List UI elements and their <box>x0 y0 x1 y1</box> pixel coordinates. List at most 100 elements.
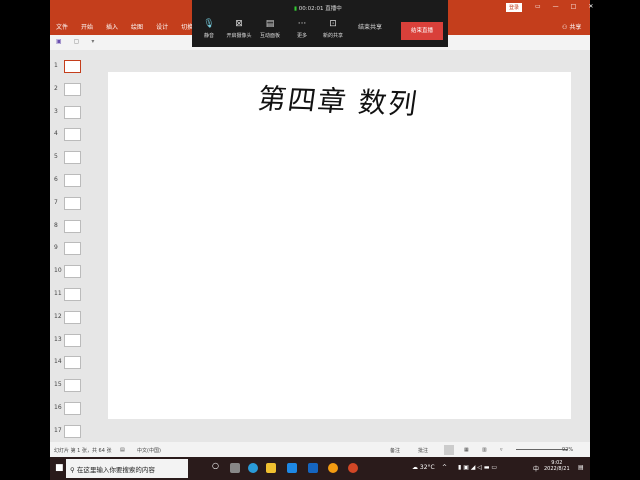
ribbon-display-button[interactable]: ▭ <box>535 3 541 10</box>
slide-thumbnail[interactable]: 11 <box>54 288 94 304</box>
minimize-button[interactable]: — <box>553 3 559 10</box>
file-explorer-icon[interactable] <box>266 463 276 473</box>
cortana-icon[interactable]: ○ <box>212 461 222 471</box>
thumbnail-preview <box>64 310 81 324</box>
end-meeting-button[interactable]: 结束直播 <box>401 22 443 40</box>
thumbnail-preview <box>64 402 81 415</box>
person-icon: ⚇ <box>562 24 568 31</box>
slideshow-button[interactable]: ▿ <box>500 447 503 453</box>
tab-home[interactable]: 开始 <box>81 22 93 31</box>
slide-thumbnail[interactable]: 14 <box>54 356 94 372</box>
weather[interactable]: ☁ 32°C <box>412 464 435 471</box>
slide-number: 8 <box>54 221 58 229</box>
slide-thumbnail[interactable]: 4 <box>54 128 94 144</box>
share-label: 共享 <box>569 24 582 31</box>
comments-button[interactable]: 批注 <box>418 447 428 454</box>
more-icon: ··· <box>297 19 307 29</box>
tray-icons[interactable]: ▮ ▣ ◢ ◁ ▬ ▭ <box>458 464 497 471</box>
login-button[interactable]: 登录 <box>506 3 523 12</box>
tab-insert[interactable]: 插入 <box>106 22 118 31</box>
app-icon[interactable] <box>308 463 318 473</box>
thumbnail-preview <box>64 333 81 347</box>
sorter-view-button[interactable]: ▦ <box>464 447 469 453</box>
slide-thumbnail[interactable]: 15 <box>54 379 94 395</box>
panel-icon: ▤ <box>265 19 275 29</box>
slide-thumbnail[interactable]: 16 <box>54 402 94 418</box>
task-view-icon[interactable] <box>230 463 240 473</box>
notification-icon[interactable]: ▤ <box>578 464 584 471</box>
slide-thumbnail[interactable]: 7 <box>54 196 94 213</box>
slide-thumbnail[interactable]: 10 <box>54 265 94 281</box>
new-share-label: 新的共享 <box>322 33 343 39</box>
share-button[interactable]: ⚇ 共享 <box>562 22 581 31</box>
customize-icon[interactable]: ▾ <box>91 38 94 47</box>
slide-thumbnail[interactable]: 6 <box>54 174 94 190</box>
microphone-icon: 🎙 <box>203 19 215 29</box>
thumbnail-preview <box>64 128 81 142</box>
tray-chevron-icon[interactable]: ^ <box>442 464 447 471</box>
new-share-button[interactable]: ⊡ 新的共享 <box>318 19 348 39</box>
accessibility-icon[interactable]: ▤ <box>120 447 125 453</box>
slide-thumbnail[interactable]: 17 <box>54 424 94 441</box>
more-label: 更多 <box>296 33 307 39</box>
close-button[interactable]: ✕ <box>588 3 593 10</box>
slide-thumbnail[interactable]: 3 <box>54 105 94 122</box>
more-button[interactable]: ··· 更多 <box>287 19 317 39</box>
slide-number: 2 <box>54 84 58 92</box>
app-icon-2[interactable] <box>328 463 338 473</box>
slide-thumbnail[interactable]: 12 <box>54 310 94 327</box>
thumbnail-preview <box>64 379 81 393</box>
maximize-button[interactable]: □ <box>571 3 577 10</box>
status-bar: 幻灯片 第 1 张，共 64 张 ▤ 中文(中国) 备注 批注 ▦ ▥ ▿ 92… <box>50 442 590 457</box>
taskbar-search[interactable]: ⚲ 在这里输入你要搜索的内容 <box>66 459 188 478</box>
tab-file[interactable]: 文件 <box>56 22 68 31</box>
panel-label: 互动面板 <box>259 33 280 39</box>
clock[interactable]: 9:02 2022/8/21 <box>544 460 570 472</box>
windows-start-icon[interactable]: ■ <box>55 463 64 473</box>
slide-number: 7 <box>54 198 58 206</box>
meeting-timer: ▮ 00:02:01 直播中 <box>294 4 342 12</box>
edge-icon[interactable] <box>248 463 258 473</box>
thumbnail-preview <box>64 196 81 210</box>
tab-draw[interactable]: 绘图 <box>131 22 143 31</box>
slide-number: 11 <box>54 290 62 297</box>
slide-number: 17 <box>54 426 62 434</box>
slide-thumbnail[interactable]: 13 <box>54 333 94 350</box>
slide-number: 9 <box>54 244 58 252</box>
save-icon[interactable]: ▣ <box>56 38 62 47</box>
mail-icon[interactable] <box>287 463 297 473</box>
language[interactable]: 中文(中国) <box>137 447 161 454</box>
thumbnail-preview <box>64 265 81 279</box>
tab-design[interactable]: 设计 <box>156 22 168 31</box>
slide-number: 15 <box>54 381 62 389</box>
taskbar: ■ ⚲ 在这里输入你要搜索的内容 ○ ☁ 32°C ^ ▮ ▣ ◢ ◁ ▬ ▭ … <box>50 457 590 480</box>
slide-canvas[interactable]: 第四章 数列 <box>108 72 571 419</box>
ribbon-tabs: 文件 开始 插入 绘图 设计 切换 <box>56 22 193 31</box>
slide-number: 12 <box>54 312 62 320</box>
slideshow-icon[interactable]: ▢ <box>74 38 80 47</box>
slide-title: 第四章 数列 <box>255 82 421 121</box>
normal-view-button[interactable] <box>444 445 454 455</box>
mute-button[interactable]: 🎙 静音 <box>194 19 224 39</box>
slide-thumbnail[interactable]: 1 <box>54 60 94 76</box>
meeting-toolbar: ▮ 00:02:01 直播中 🎙 静音 ⊠ 开启摄像头 ▤ 互动面板 ··· 更多 ⊡ 新… <box>192 0 448 47</box>
slide-thumbnail[interactable]: 9 <box>54 242 94 258</box>
thumbnail-preview <box>64 60 81 73</box>
notes-button[interactable]: 备注 <box>390 447 400 454</box>
zoom-level[interactable]: 92% <box>562 447 573 453</box>
panel-button[interactable]: ▤ 互动面板 <box>255 19 285 39</box>
ime-indicator[interactable]: 中 <box>533 464 539 473</box>
slide-thumbnail[interactable]: 5 <box>54 151 94 167</box>
powerpoint-icon[interactable] <box>348 463 358 473</box>
camera-button[interactable]: ⊠ 开启摄像头 <box>224 19 254 39</box>
zoom-slider[interactable] <box>516 449 568 450</box>
thumbnail-preview <box>64 174 81 187</box>
end-share-button[interactable]: 结束共享 <box>358 22 382 31</box>
search-icon: ⚲ <box>70 466 75 474</box>
slide-number: 1 <box>54 62 58 69</box>
slide-number: 16 <box>54 404 62 411</box>
slide-info: 幻灯片 第 1 张，共 64 张 <box>54 448 112 454</box>
reading-view-button[interactable]: ▥ <box>482 447 487 453</box>
slide-thumbnail[interactable]: 2 <box>54 82 94 99</box>
slide-thumbnail[interactable]: 8 <box>54 219 94 236</box>
